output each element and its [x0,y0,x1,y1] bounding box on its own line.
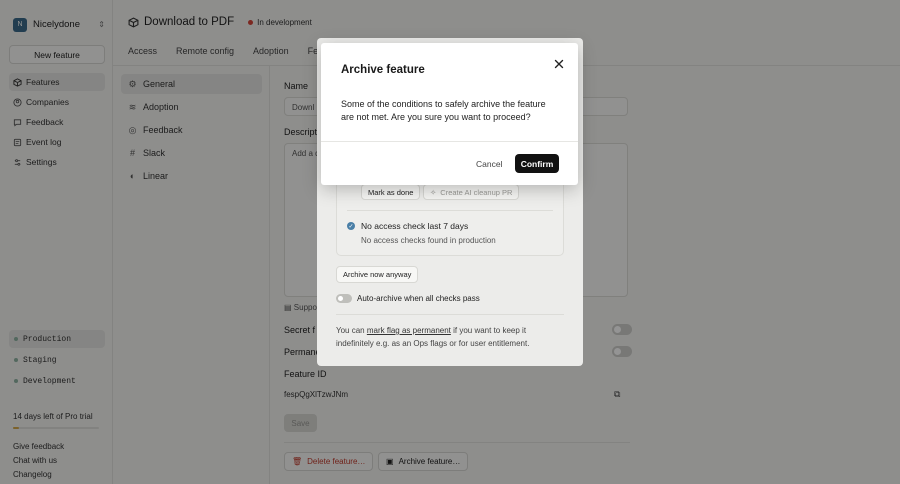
checks-divider [347,210,553,211]
archive-feature-modal: Archive feature Some of the conditions t… [321,43,578,185]
close-icon[interactable] [551,56,567,72]
create-cleanup-pr-button[interactable]: ✧ Create AI cleanup PR [423,184,520,200]
archive-now-anyway-button[interactable]: Archive now anyway [336,266,419,283]
note-prefix: You can [336,326,367,335]
check-circle-icon: ✓ [347,222,355,230]
sparkle-icon: ✧ [430,187,437,197]
permanent-note: You can mark flag as permanent if you wa… [336,324,551,350]
create-cleanup-pr-label: Create AI cleanup PR [440,187,513,197]
modal-body: Some of the conditions to safely archive… [341,99,546,122]
modal-divider [321,141,578,142]
auto-archive-label: Auto-archive when all checks pass [357,294,480,303]
cancel-button[interactable]: Cancel [469,155,509,173]
modal-title: Archive feature [341,64,425,76]
confirm-button[interactable]: Confirm [515,154,559,173]
auto-archive-toggle[interactable] [336,294,352,303]
check-subtitle: No access checks found in production [361,236,496,245]
mark-permanent-link[interactable]: mark flag as permanent [367,326,451,335]
check-title: No access check last 7 days [361,221,469,231]
panel-divider [336,314,564,315]
mark-as-done-button[interactable]: Mark as done [361,184,421,200]
